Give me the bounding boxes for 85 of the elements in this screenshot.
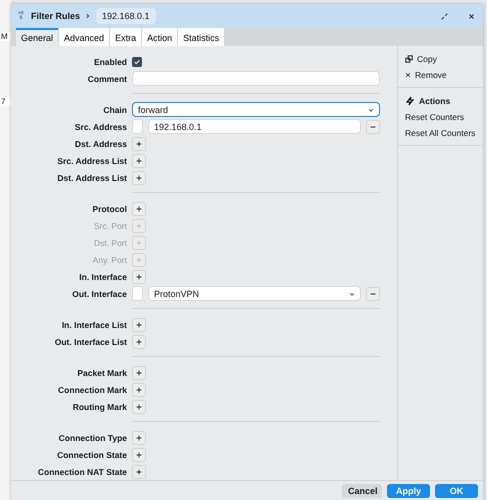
field-label: Out. Interface List [54, 336, 127, 346]
field-label: Dst. Address List [56, 172, 127, 182]
plus-icon [135, 468, 143, 476]
negate-checkbox[interactable] [132, 286, 143, 301]
field-label: Connection Mark [57, 384, 127, 394]
tab[interactable]: General [16, 28, 58, 46]
tab[interactable]: Action [142, 28, 178, 46]
caret-icon [349, 290, 355, 296]
tab[interactable]: Statistics [178, 28, 224, 46]
add-button[interactable] [132, 202, 146, 216]
add-button[interactable] [132, 136, 146, 150]
field-label: Any. Port [92, 254, 127, 264]
field-label: Dst. Address [74, 138, 127, 148]
window-title: Filter Rules [31, 11, 80, 21]
tab[interactable]: Extra [110, 28, 142, 46]
field-label: Src. Address [74, 122, 127, 132]
add-button[interactable] [132, 464, 146, 478]
plus-icon [135, 174, 143, 182]
checkbox[interactable] [132, 56, 142, 66]
sidebar-heading: Actions [398, 93, 483, 109]
plus-icon [135, 238, 143, 246]
plus-icon [135, 320, 143, 328]
sidebar-item[interactable]: Reset Counters [398, 109, 483, 125]
plus-icon [135, 402, 143, 410]
remove-button[interactable] [366, 120, 380, 134]
dialog-button[interactable]: Apply [387, 484, 430, 498]
field-label: Connection Type [58, 432, 127, 442]
plus-icon [135, 272, 143, 280]
negate-checkbox[interactable] [132, 119, 143, 134]
field-label: Out. Interface [71, 288, 127, 298]
input-field[interactable] [132, 71, 380, 86]
tab[interactable]: Advanced [59, 28, 110, 46]
add-button[interactable] [132, 430, 146, 444]
plus-icon [135, 222, 143, 230]
input-field[interactable]: 192.168.0.1 [148, 119, 361, 134]
field-label: Connection State [56, 450, 127, 460]
plus-icon [135, 386, 143, 394]
add-button[interactable] [132, 170, 146, 184]
field-label: Comment [86, 74, 127, 84]
add-button[interactable] [132, 400, 146, 414]
plus-icon [135, 434, 143, 442]
field-label: In. Interface [78, 272, 127, 282]
field-label: Routing Mark [72, 402, 127, 412]
add-button[interactable] [132, 270, 146, 284]
field-label: Dst. Port [92, 238, 127, 248]
dialog-button[interactable]: OK [435, 484, 478, 498]
select-field[interactable]: forward [132, 102, 380, 117]
background-text: 7 [0, 97, 11, 106]
dialog-button[interactable]: Cancel [342, 484, 382, 498]
plus-icon [135, 204, 143, 212]
add-button[interactable] [132, 154, 146, 168]
add-button[interactable] [132, 318, 146, 332]
caret-icon [368, 106, 374, 112]
plus-icon [135, 368, 143, 376]
sidebar-item[interactable]: Remove [398, 67, 483, 83]
lightning-icon [405, 96, 415, 106]
add-button[interactable] [132, 334, 146, 348]
copy-icon [405, 55, 413, 63]
select-field[interactable]: ProtonVPN [148, 286, 361, 301]
field-label: Src. Address List [56, 156, 127, 166]
sidebar-item[interactable]: Reset All Counters [398, 125, 483, 141]
close-icon [468, 12, 475, 20]
field-label: Packet Mark [76, 368, 127, 378]
close-icon [405, 72, 411, 78]
field-label: Src. Port [92, 220, 127, 230]
add-button[interactable] [132, 382, 146, 396]
field-label: Connection NAT State [36, 466, 127, 476]
chevron-icon [85, 13, 92, 19]
add-button[interactable] [132, 448, 146, 462]
breadcrumb-item[interactable]: 192.168.0.1 [96, 8, 156, 24]
remove-button[interactable] [366, 286, 380, 300]
plus-icon [135, 338, 143, 346]
expand-icon [441, 12, 448, 20]
sidebar-item[interactable]: Copy [398, 51, 483, 67]
field-label: Chain [102, 104, 127, 114]
field-label: Protocol [92, 204, 127, 214]
background-text: M [0, 32, 11, 41]
add-button[interactable] [132, 366, 146, 380]
plus-icon [135, 256, 143, 264]
field-label: In. Interface List [60, 320, 127, 330]
check-icon [133, 58, 141, 66]
plus-icon [135, 140, 143, 148]
plus-icon [135, 450, 143, 458]
field-label: Enabled [92, 56, 127, 66]
plus-icon [135, 156, 143, 164]
